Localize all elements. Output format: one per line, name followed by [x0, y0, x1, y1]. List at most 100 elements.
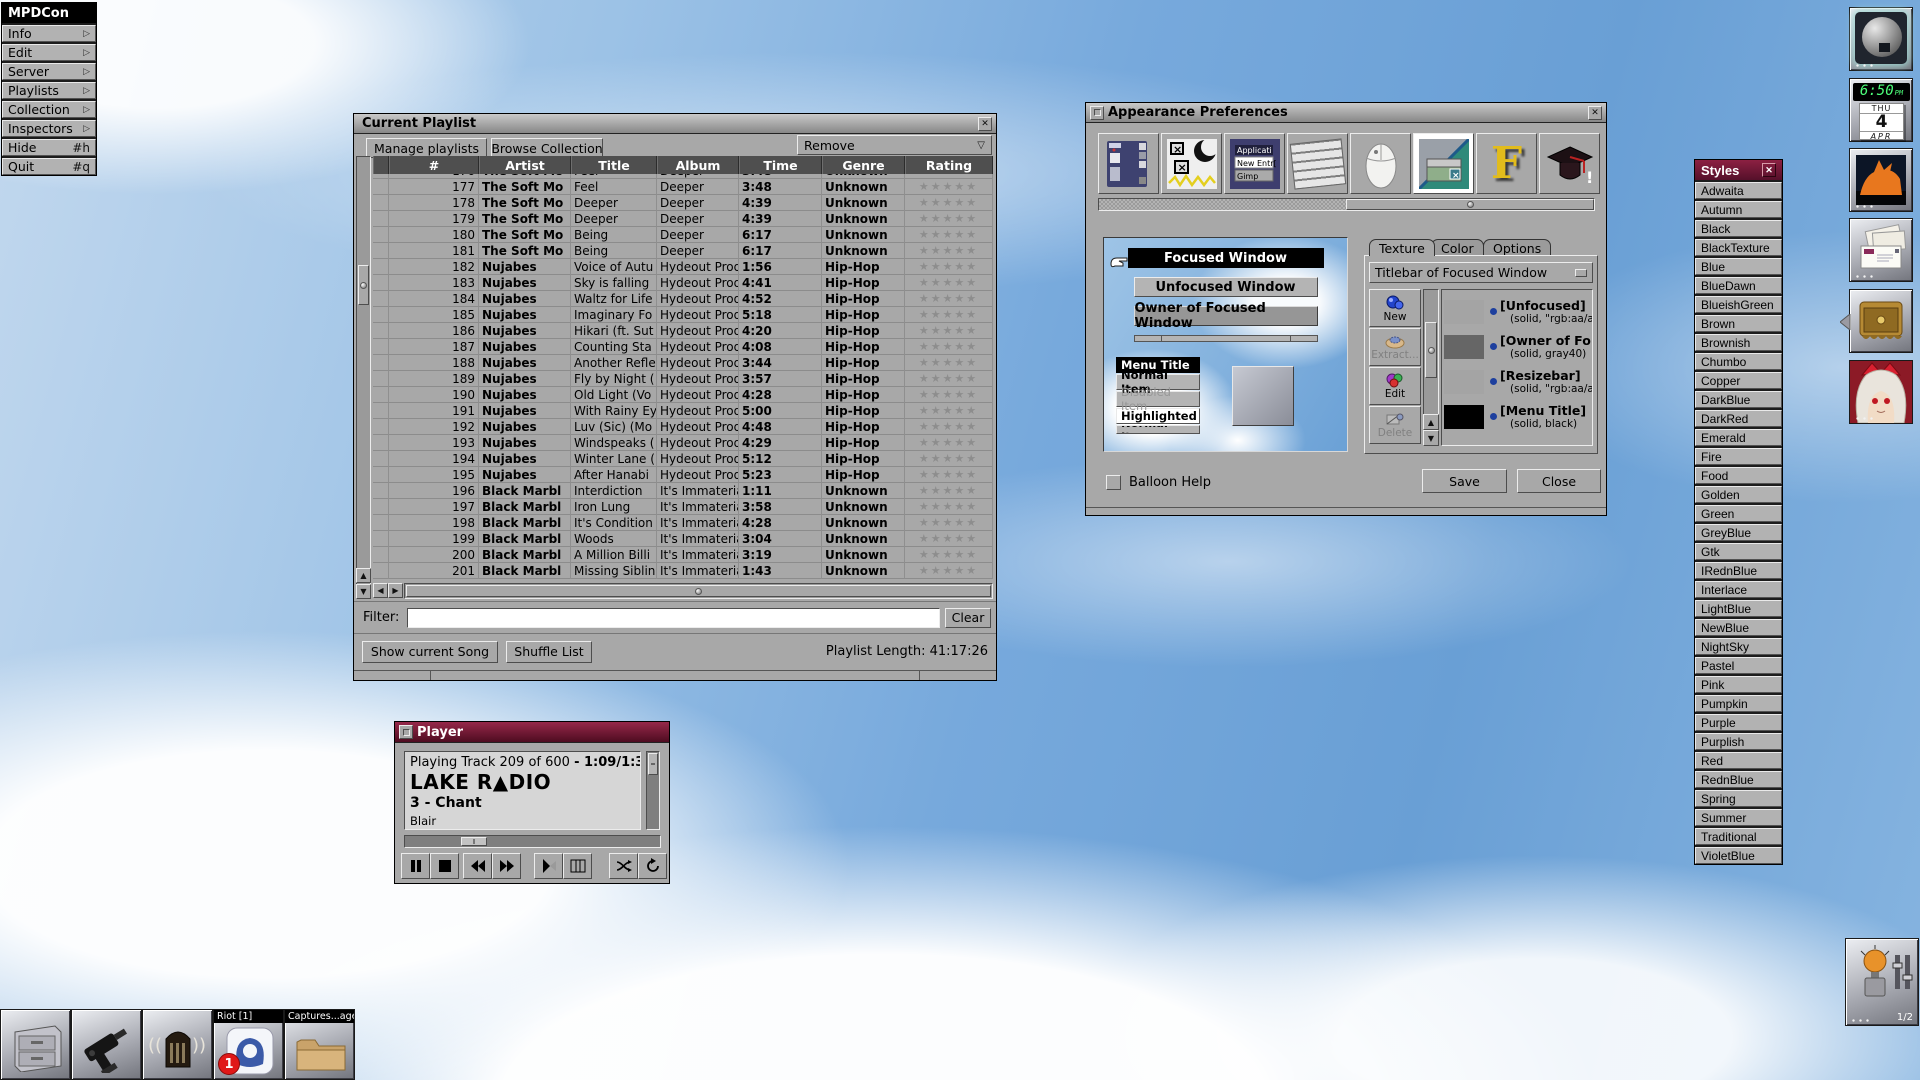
keyboard-prefs-icon[interactable]: [1287, 133, 1348, 194]
table-row[interactable]: 192NujabesLuv (Sic) (MoHydeout Prod4:48H…: [373, 419, 993, 435]
tab-color[interactable]: Color: [1431, 239, 1484, 256]
header-cell-title[interactable]: Title: [571, 156, 657, 174]
scroll-left-button[interactable]: ◀: [373, 583, 388, 598]
tab-texture[interactable]: Texture: [1369, 239, 1435, 256]
texture-entry-owner-of-fo[interactable]: [Owner of Fo(solid, gray40): [1444, 329, 1590, 364]
horizontal-scroll-knob[interactable]: [406, 585, 991, 597]
texture-entry-menu-title[interactable]: [Menu Title](solid, black): [1444, 399, 1590, 434]
scroll-up-button[interactable]: ▲: [356, 568, 371, 583]
tab-options[interactable]: Options: [1483, 239, 1551, 256]
mpdcon-item-collection[interactable]: Collection▷: [2, 101, 96, 118]
dock-tile-clock[interactable]: 6:50PM THU 4 APR: [1849, 78, 1913, 142]
scroll-down-button[interactable]: ▼: [356, 584, 371, 599]
edit-texture-button[interactable]: Edit: [1369, 367, 1421, 405]
mpdcon-item-inspectors[interactable]: Inspectors▷: [2, 120, 96, 137]
styles-item-irednblue[interactable]: IRednBlue: [1695, 562, 1782, 579]
appicon-radio[interactable]: (()): [142, 1009, 213, 1080]
styles-item-interlace[interactable]: Interlace: [1695, 581, 1782, 598]
repeat-button[interactable]: [638, 853, 667, 879]
styles-item-darkred[interactable]: DarkRed: [1695, 410, 1782, 427]
table-row[interactable]: 198Black MarblIt's ConditionIt's Immater…: [373, 515, 993, 531]
table-row[interactable]: 184NujabesWaltz for LifeHydeout Prod4:52…: [373, 291, 993, 307]
table-row[interactable]: 197Black MarblIron LungIt's Immateria3:5…: [373, 499, 993, 515]
show-current-song-button[interactable]: Show current Song: [362, 641, 498, 663]
preview-menu-item-highlighted[interactable]: Highlighted: [1116, 408, 1200, 424]
close-button[interactable]: Close: [1517, 469, 1601, 493]
table-row[interactable]: 200Black MarblA Million BilliIt's Immate…: [373, 547, 993, 563]
styles-item-purple[interactable]: Purple: [1695, 714, 1782, 731]
styles-item-chumbo[interactable]: Chumbo: [1695, 353, 1782, 370]
dock-tile-firefox[interactable]: [1849, 148, 1913, 212]
shuffle-list-button[interactable]: Shuffle List: [506, 641, 592, 663]
playlist-horizontal-scrollbar[interactable]: ◀ ▶: [373, 583, 993, 599]
appearance-resizebar[interactable]: [1086, 507, 1606, 515]
table-row[interactable]: 183NujabesSky is fallingHydeout Prod4:41…: [373, 275, 993, 291]
horizontal-scroll-track[interactable]: [404, 583, 993, 599]
styles-item-blueishgreen[interactable]: BlueishGreen: [1695, 296, 1782, 313]
styles-item-greyblue[interactable]: GreyBlue: [1695, 524, 1782, 541]
table-row[interactable]: 191NujabesWith Rainy EyHydeout Prod5:00H…: [373, 403, 993, 419]
table-row[interactable]: 179The Soft MoDeeperDeeper4:39Unknown★★★…: [373, 211, 993, 227]
remove-dropdown[interactable]: Remove▽: [797, 135, 992, 155]
styles-close-icon[interactable]: ✕: [1762, 163, 1776, 177]
window-focus-prefs-icon[interactable]: [1098, 133, 1159, 194]
styles-item-copper[interactable]: Copper: [1695, 372, 1782, 389]
table-row[interactable]: 195NujabesAfter HanabiHydeout Prod5:23Hi…: [373, 467, 993, 483]
texture-entry-unfocused[interactable]: [Unfocused](solid, "rgb:aa/aa/a: [1444, 294, 1590, 329]
balloon-help-checkbox[interactable]: [1106, 475, 1121, 490]
dock-tile-wmaker[interactable]: [1849, 7, 1913, 71]
styles-item-newblue[interactable]: NewBlue: [1695, 619, 1782, 636]
play-button[interactable]: [534, 853, 563, 879]
dock-tile-pager[interactable]: 1/2: [1845, 938, 1919, 1026]
styles-item-blue[interactable]: Blue: [1695, 258, 1782, 275]
browse-collection-button[interactable]: Browse Collection: [491, 138, 603, 158]
appearance-titlebar[interactable]: Appearance Preferences ✕: [1086, 103, 1606, 123]
fast-forward-button[interactable]: [492, 853, 521, 879]
scroll-right-button[interactable]: ▶: [388, 583, 403, 598]
seek-slider[interactable]: [404, 835, 661, 848]
menu-prefs-icon[interactable]: ApplicatiNew Entr[Gimp: [1224, 133, 1285, 194]
scroll-track-dither[interactable]: [1099, 199, 1346, 210]
table-row[interactable]: 178The Soft MoDeeperDeeper4:39Unknown★★★…: [373, 195, 993, 211]
miniaturize-icon[interactable]: [1090, 106, 1104, 120]
styles-item-adwaita[interactable]: Adwaita: [1695, 182, 1782, 199]
mpdcon-item-info[interactable]: Info▷: [2, 25, 96, 42]
font-prefs-icon[interactable]: F: [1476, 133, 1537, 194]
styles-item-bluedawn[interactable]: BlueDawn: [1695, 277, 1782, 294]
styles-item-pink[interactable]: Pink: [1695, 676, 1782, 693]
playlist-vertical-scrollbar[interactable]: [356, 156, 371, 599]
texture-list-scroll-knob[interactable]: [1425, 322, 1437, 378]
styles-item-nightsky[interactable]: NightSky: [1695, 638, 1782, 655]
texture-target-dropdown[interactable]: Titlebar of Focused Window: [1369, 262, 1593, 283]
preview-menu-item-disabled-item[interactable]: Disabled Item: [1116, 391, 1200, 407]
new-texture-button[interactable]: New: [1369, 289, 1421, 327]
styles-item-golden[interactable]: Golden: [1695, 486, 1782, 503]
styles-item-summer[interactable]: Summer: [1695, 809, 1782, 826]
styles-item-food[interactable]: Food: [1695, 467, 1782, 484]
playlist-resizebar[interactable]: [354, 670, 996, 680]
delete-texture-button[interactable]: Delete: [1369, 406, 1421, 444]
expert-prefs-icon[interactable]: ××: [1161, 133, 1222, 194]
scroll-knob[interactable]: [1346, 199, 1594, 210]
styles-item-gtk[interactable]: Gtk: [1695, 543, 1782, 560]
stop-button[interactable]: [430, 853, 459, 879]
mpdcon-item-server[interactable]: Server▷: [2, 63, 96, 80]
styles-item-purplish[interactable]: Purplish: [1695, 733, 1782, 750]
appearance-close-icon[interactable]: ✕: [1588, 106, 1602, 120]
rewind-button[interactable]: [463, 853, 492, 879]
table-row[interactable]: 196Black MarblInterdictionIt's Immateria…: [373, 483, 993, 499]
table-row[interactable]: 180The Soft MoBeingDeeper6:17Unknown★★★★…: [373, 227, 993, 243]
styles-item-blacktexture[interactable]: BlackTexture: [1695, 239, 1782, 256]
miniaturize-icon[interactable]: [399, 725, 413, 739]
save-button[interactable]: Save: [1422, 469, 1507, 493]
preview-unfocused-titlebar[interactable]: Unfocused Window: [1134, 277, 1318, 297]
table-row[interactable]: 187NujabesCounting StaHydeout Prod4:08Hi…: [373, 339, 993, 355]
preview-resizebar[interactable]: [1134, 335, 1318, 342]
volume-slider[interactable]: [646, 751, 660, 830]
appicon-riot[interactable]: Riot [1] 1: [213, 1009, 284, 1080]
seek-knob[interactable]: [461, 837, 487, 846]
mouse-prefs-icon[interactable]: [1350, 133, 1411, 194]
styles-item-lightblue[interactable]: LightBlue: [1695, 600, 1782, 617]
vertical-scroll-knob[interactable]: [358, 265, 369, 305]
mpdcon-menu-title[interactable]: MPDCon: [2, 3, 96, 23]
